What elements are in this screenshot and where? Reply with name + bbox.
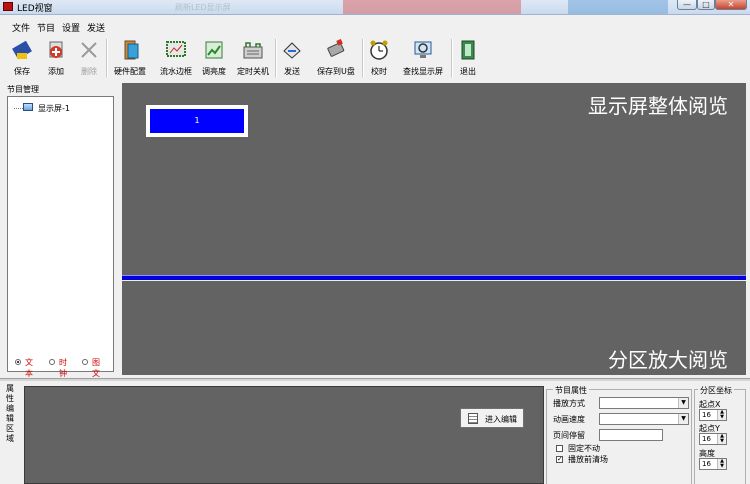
spin-arrows-icon[interactable]: ▲ ▼: [717, 410, 726, 420]
brightness-button[interactable]: 调亮度: [198, 35, 230, 79]
fixed-label: 固定不动: [568, 444, 600, 453]
zoom-preview-caption: 分区放大阅览: [608, 348, 728, 372]
brightness-icon: [205, 41, 223, 59]
toolbar-separator: [362, 39, 364, 77]
clear-before-play-label: 播放前清场: [568, 455, 608, 464]
delete-button[interactable]: 删除: [76, 35, 102, 79]
height-spinner[interactable]: 16 ▲ ▼: [699, 458, 727, 470]
menu-send[interactable]: 发送: [87, 21, 105, 34]
toolbar-separator: [275, 39, 277, 77]
program-properties-title: 节目属性: [553, 385, 589, 396]
time-sync-button[interactable]: 校时: [366, 35, 392, 79]
fixed-checkbox[interactable]: [556, 445, 563, 452]
tree-connector: [14, 108, 23, 109]
toolbar-separator: [451, 39, 453, 77]
screen-icon: [23, 103, 33, 111]
start-x-spinner[interactable]: 16 ▲ ▼: [699, 409, 727, 421]
send-icon: [283, 42, 301, 59]
animation-speed-select[interactable]: ▼: [599, 413, 689, 425]
minimize-button[interactable]: —: [677, 0, 697, 10]
border-icon: [166, 41, 186, 57]
property-edit-area[interactable]: [24, 386, 544, 484]
blurred-background-window: [568, 0, 668, 14]
add-button[interactable]: 添加: [40, 35, 72, 79]
menu-settings[interactable]: 设置: [62, 21, 80, 34]
zone-coordinates-group: 分区坐标 起点X 16 ▲ ▼ 起点Y 16 ▲ ▼ 高度 16 ▲ ▼: [694, 385, 746, 484]
page-stay-input[interactable]: [599, 429, 663, 441]
usb-icon: [327, 39, 345, 57]
start-y-spinner[interactable]: 16 ▲ ▼: [699, 433, 727, 445]
save-to-usb-button[interactable]: 保存到U盘: [311, 35, 361, 79]
play-mode-select[interactable]: ▼: [599, 397, 689, 409]
screen-area[interactable]: 1: [146, 105, 248, 137]
spin-arrows-icon[interactable]: ▲ ▼: [717, 459, 726, 469]
bottom-separator: [0, 378, 750, 381]
spin-arrows-icon[interactable]: ▲ ▼: [717, 434, 726, 444]
pane-divider[interactable]: [122, 275, 746, 280]
title-bar: LED视窗 刷新LED显示屏 — □ ✕: [0, 0, 750, 15]
timer-shutdown-button[interactable]: 定时关机: [233, 35, 273, 79]
find-screen-button[interactable]: 查找显示屏: [398, 35, 448, 79]
animation-speed-label: 动画速度: [553, 415, 585, 424]
hardware-config-button[interactable]: 硬件配置: [110, 35, 150, 79]
program-properties-group: 节目属性 播放方式 ▼ 动画速度 ▼ 页间停留 固定不动 ✓ 播放前清场: [546, 385, 692, 484]
overall-preview-caption: 显示屏整体阅览: [588, 94, 728, 118]
edit-icon: [468, 413, 478, 424]
save-button[interactable]: 保存: [8, 35, 36, 79]
radio-graphic-label[interactable]: 图文: [92, 357, 100, 379]
app-icon: [3, 2, 13, 11]
exit-icon: [461, 40, 475, 60]
screen-area-label: 1: [150, 109, 244, 133]
toolbar-separator: [106, 39, 108, 77]
chevron-down-icon: ▼: [678, 398, 688, 408]
radio-graphic[interactable]: [82, 359, 88, 365]
zoom-preview-pane[interactable]: 分区放大阅览: [122, 281, 746, 375]
chevron-down-icon: ▼: [678, 414, 688, 424]
page-stay-label: 页间停留: [553, 431, 585, 440]
delete-icon: [81, 42, 97, 58]
save-icon: [12, 40, 32, 60]
blurred-background-window: [343, 0, 521, 14]
program-tree: 显示屏-1: [7, 96, 114, 372]
blurred-background-text: 刷新LED显示屏: [175, 3, 231, 12]
timer-shutdown-icon: [243, 42, 263, 59]
border-button[interactable]: 流水边框: [156, 35, 196, 79]
menu-file[interactable]: 文件: [12, 21, 30, 34]
zone-coordinates-title: 分区坐标: [698, 385, 734, 396]
radio-clock[interactable]: [49, 359, 55, 365]
maximize-button[interactable]: □: [697, 0, 715, 10]
add-icon: [49, 41, 63, 58]
find-screen-icon: [414, 41, 432, 58]
tree-item-screen[interactable]: 显示屏-1: [38, 103, 70, 114]
overall-preview-pane[interactable]: 显示屏整体阅览 1: [122, 83, 746, 275]
play-mode-label: 播放方式: [553, 399, 585, 408]
menu-bar: 文件 节目 设置 发送: [0, 18, 750, 34]
program-manager-title: 节目管理: [7, 85, 39, 94]
menu-program[interactable]: 节目: [37, 21, 55, 34]
radio-text[interactable]: [15, 359, 21, 365]
window-title: LED视窗: [17, 4, 53, 14]
close-button[interactable]: ✕: [715, 0, 747, 10]
clear-before-play-checkbox[interactable]: ✓: [556, 456, 563, 463]
hardware-config-icon: [124, 40, 139, 60]
exit-button[interactable]: 退出: [455, 35, 481, 79]
toolbar: 保存 添加 删除 硬件配置 流水边框 调亮度 定时关机 发送 保存到U盘 校时 …: [0, 35, 750, 80]
properties-side-label: 属性编辑区域: [6, 384, 14, 443]
send-button[interactable]: 发送: [279, 35, 305, 79]
clock-icon: [370, 40, 388, 60]
radio-text-label[interactable]: 文本: [25, 357, 33, 379]
radio-clock-label[interactable]: 时钟: [59, 357, 67, 379]
enter-edit-button[interactable]: 进入编辑: [460, 408, 524, 428]
